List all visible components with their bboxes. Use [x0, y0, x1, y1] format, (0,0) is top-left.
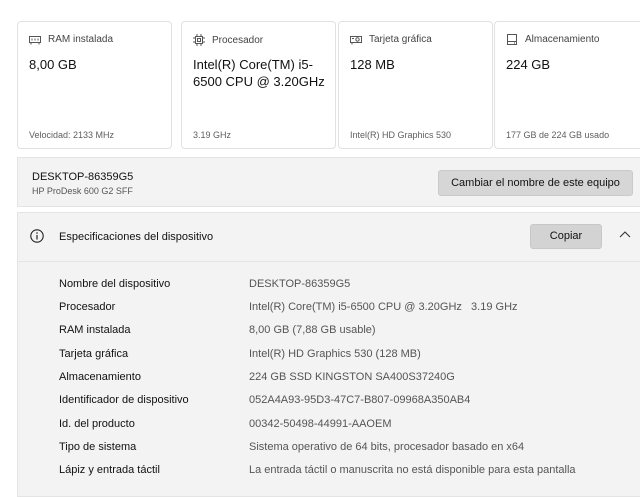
spec-label: Lápiz y entrada táctil	[59, 464, 160, 476]
card-value: 8,00 GB	[29, 57, 77, 72]
chevron-up-icon[interactable]	[619, 230, 631, 238]
device-model: HP ProDesk 600 G2 SFF	[32, 186, 133, 196]
card-title: RAM instalada	[48, 34, 114, 45]
card-graphics: Tarjeta gráfica 128 MB Intel(R) HD Graph…	[338, 21, 493, 149]
spec-value: Intel(R) Core(TM) i5-6500 CPU @ 3.20GHz …	[249, 301, 518, 313]
info-icon	[30, 229, 44, 243]
spec-label: Id. del producto	[59, 418, 135, 430]
spec-row: Tarjeta gráfica Intel(R) HD Graphics 530…	[18, 346, 640, 366]
device-specifications-title: Especificaciones del dispositivo	[59, 231, 214, 243]
card-subtext: 177 GB de 224 GB usado	[506, 130, 610, 140]
card-value: 224 GB	[506, 57, 551, 72]
card-value: Intel(R) Core(TM) i5-6500 CPU @ 3.20GHz	[193, 57, 325, 89]
device-specifications-header[interactable]: Especificaciones del dispositivo Copiar	[18, 213, 640, 262]
spec-value: Sistema operativo de 64 bits, procesador…	[249, 441, 525, 453]
spec-row: Tipo de sistema Sistema operativo de 64 …	[18, 439, 640, 459]
spec-label: Almacenamiento	[59, 371, 141, 383]
graphics-card-icon	[350, 35, 362, 44]
copy-button[interactable]: Copiar	[530, 224, 602, 249]
spec-value: 8,00 GB (7,88 GB usable)	[249, 324, 376, 336]
card-subtext: Intel(R) HD Graphics 530	[350, 130, 452, 140]
card-value: 128 MB	[350, 57, 395, 72]
card-title: Procesador	[212, 34, 264, 46]
device-name: DESKTOP-86359G5	[32, 171, 134, 183]
spec-row: RAM instalada 8,00 GB (7,88 GB usable)	[18, 322, 640, 342]
spec-label: RAM instalada	[59, 324, 131, 336]
device-specifications-panel: Especificaciones del dispositivo Copiar …	[17, 212, 640, 497]
card-processor: Procesador Intel(R) Core(TM) i5-6500 CPU…	[181, 21, 336, 149]
spec-label: Procesador	[59, 301, 116, 313]
spec-label: Tarjeta gráfica	[59, 348, 129, 360]
spec-label: Nombre del dispositivo	[59, 278, 171, 290]
spec-row: Almacenamiento 224 GB SSD KINGSTON SA400…	[18, 369, 640, 389]
storage-icon	[507, 34, 517, 45]
device-name-bar: DESKTOP-86359G5 HP ProDesk 600 G2 SFF Ca…	[17, 157, 640, 207]
card-storage: Almacenamiento 224 GB 177 GB de 224 GB u…	[494, 21, 640, 149]
spec-row: Id. del producto 00342-50498-44991-AAOEM	[18, 416, 640, 436]
card-title: Almacenamiento	[525, 34, 600, 45]
spec-value: Intel(R) HD Graphics 530 (128 MB)	[249, 348, 421, 360]
card-ram: RAM instalada 8,00 GB Velocidad: 2133 MH…	[17, 21, 172, 149]
ram-icon	[29, 35, 41, 44]
spec-value: La entrada táctil o manuscrita no está d…	[249, 464, 576, 476]
spec-label: Identificador de dispositivo	[59, 394, 189, 406]
rename-pc-button[interactable]: Cambiar el nombre de este equipo	[438, 170, 633, 196]
spec-row: Procesador Intel(R) Core(TM) i5-6500 CPU…	[18, 299, 640, 319]
spec-row: Identificador de dispositivo 052A4A93-95…	[18, 392, 640, 412]
spec-value: 00342-50498-44991-AAOEM	[249, 418, 392, 430]
processor-icon	[193, 34, 205, 46]
card-title: Tarjeta gráfica	[369, 34, 432, 45]
spec-label: Tipo de sistema	[59, 441, 137, 453]
spec-value: 052A4A93-95D3-47C7-B807-09968A350AB4	[249, 394, 471, 406]
spec-row: Nombre del dispositivo DESKTOP-86359G5	[18, 276, 640, 296]
spec-value: DESKTOP-86359G5	[249, 278, 351, 290]
spec-row: Lápiz y entrada táctil La entrada táctil…	[18, 462, 640, 482]
hardware-summary-cards: RAM instalada 8,00 GB Velocidad: 2133 MH…	[17, 21, 640, 151]
card-subtext: Velocidad: 2133 MHz	[29, 130, 115, 140]
spec-value: 224 GB SSD KINGSTON SA400S37240G	[249, 371, 455, 383]
card-subtext: 3.19 GHz	[193, 130, 232, 140]
